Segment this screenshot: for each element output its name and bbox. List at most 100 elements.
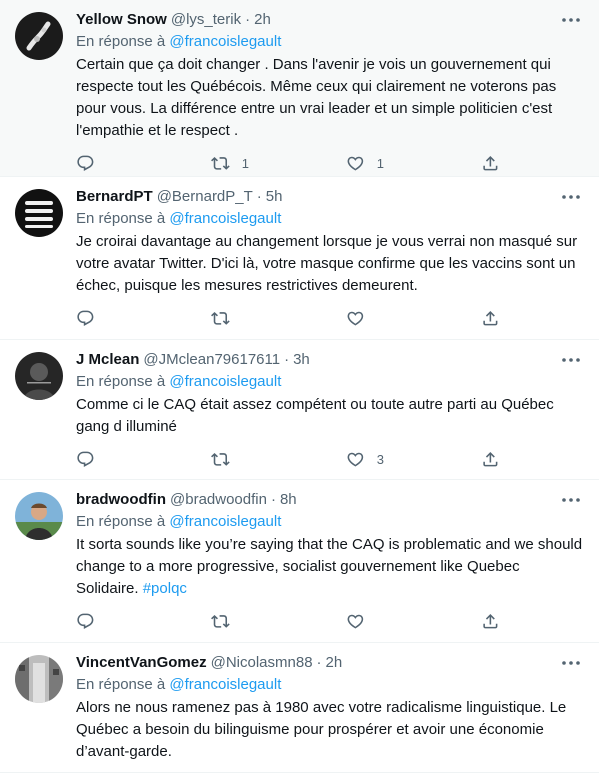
- more-icon[interactable]: [559, 187, 583, 207]
- share-button[interactable]: [481, 309, 500, 328]
- like-button[interactable]: 3: [346, 450, 481, 469]
- display-name[interactable]: bradwoodfin: [76, 490, 166, 510]
- like-button[interactable]: [346, 309, 481, 328]
- like-count: 3: [376, 451, 384, 467]
- timestamp[interactable]: 2h: [326, 653, 343, 673]
- display-name[interactable]: BernardPT: [76, 187, 153, 207]
- reply-context: En réponse à @francoislegault: [76, 675, 583, 695]
- tweet[interactable]: bradwoodfin @bradwoodfin · 8h En réponse…: [0, 480, 599, 643]
- reply-icon: [77, 613, 94, 629]
- display-name[interactable]: J Mclean: [76, 350, 139, 370]
- separator-dot: ·: [256, 188, 262, 205]
- tweet-actions: [76, 608, 583, 640]
- more-icon[interactable]: [559, 653, 583, 673]
- reply-button[interactable]: [76, 154, 211, 173]
- more-icon[interactable]: [559, 490, 583, 510]
- tweet[interactable]: BernardPT @BernardP_T · 5h En réponse à …: [0, 177, 599, 340]
- tweet-actions: 3: [76, 446, 583, 478]
- user-handle[interactable]: @JMclean79617611: [143, 350, 280, 370]
- reply-icon: [77, 451, 94, 467]
- retweet-icon: [211, 311, 230, 325]
- reply-prefix: En réponse à: [76, 373, 166, 390]
- tweet-text: Je croirai davantage au changement lorsq…: [76, 231, 583, 297]
- reply-mention-link[interactable]: @francoislegault: [169, 676, 281, 693]
- retweet-count: 1: [241, 155, 249, 171]
- tweet-header: VincentVanGomez @Nicolasmn88 · 2h: [76, 653, 583, 673]
- user-handle[interactable]: @lys_terik: [171, 10, 241, 30]
- retweet-button[interactable]: 1: [211, 154, 346, 173]
- share-button[interactable]: [481, 450, 500, 469]
- tweet-body: Comme ci le CAQ était assez compétent ou…: [76, 396, 554, 435]
- user-handle[interactable]: @BernardP_T: [157, 187, 253, 207]
- reply-icon: [77, 310, 94, 326]
- more-icon[interactable]: [559, 10, 583, 30]
- reply-prefix: En réponse à: [76, 513, 166, 530]
- tweet-header: J Mclean @JMclean79617611 · 3h: [76, 350, 583, 370]
- like-button[interactable]: [346, 612, 481, 631]
- share-icon: [483, 451, 498, 467]
- like-icon: [347, 452, 364, 467]
- reply-mention-link[interactable]: @francoislegault: [169, 513, 281, 530]
- share-button[interactable]: [481, 154, 500, 173]
- more-icon[interactable]: [559, 350, 583, 370]
- avatar[interactable]: [15, 12, 63, 60]
- reply-prefix: En réponse à: [76, 676, 166, 693]
- separator-dot: ·: [316, 654, 322, 671]
- retweet-button[interactable]: [211, 612, 346, 631]
- reply-button[interactable]: [76, 450, 211, 469]
- tweet-header: Yellow Snow @lys_terik · 2h: [76, 10, 583, 30]
- tweet-header: BernardPT @BernardP_T · 5h: [76, 187, 583, 207]
- tweet-body: Je croirai davantage au changement lorsq…: [76, 233, 578, 294]
- reply-feed: Yellow Snow @lys_terik · 2h En réponse à…: [0, 0, 599, 773]
- tweet[interactable]: J Mclean @JMclean79617611 · 3h En répons…: [0, 340, 599, 480]
- tweet[interactable]: VincentVanGomez @Nicolasmn88 · 2h En rép…: [0, 643, 599, 773]
- reply-button[interactable]: [76, 309, 211, 328]
- tweet-actions: [76, 305, 583, 337]
- reply-mention-link[interactable]: @francoislegault: [169, 373, 281, 390]
- tweet-text: Alors ne nous ramenez pas à 1980 avec vo…: [76, 697, 583, 763]
- separator-dot: ·: [245, 11, 251, 28]
- display-name[interactable]: VincentVanGomez: [76, 653, 207, 673]
- timestamp[interactable]: 5h: [266, 187, 283, 207]
- timestamp[interactable]: 2h: [254, 10, 271, 30]
- reply-prefix: En réponse à: [76, 210, 166, 227]
- tweet-body: Alors ne nous ramenez pas à 1980 avec vo…: [76, 699, 567, 760]
- reply-context: En réponse à @francoislegault: [76, 209, 583, 229]
- share-icon: [483, 310, 498, 326]
- retweet-button[interactable]: [211, 309, 346, 328]
- like-count: 1: [376, 155, 384, 171]
- like-icon: [347, 614, 364, 629]
- retweet-icon: [211, 614, 230, 628]
- tweet-text: Comme ci le CAQ était assez compétent ou…: [76, 394, 583, 438]
- tweet-text: Certain que ça doit changer . Dans l'ave…: [76, 54, 583, 142]
- like-button[interactable]: 1: [346, 154, 481, 173]
- reply-icon: [77, 155, 94, 171]
- avatar[interactable]: [15, 492, 63, 540]
- reply-mention-link[interactable]: @francoislegault: [169, 33, 281, 50]
- avatar[interactable]: [15, 189, 63, 237]
- user-handle[interactable]: @Nicolasmn88: [211, 653, 313, 673]
- avatar[interactable]: [15, 655, 63, 703]
- user-handle[interactable]: @bradwoodfin: [170, 490, 267, 510]
- tweet[interactable]: Yellow Snow @lys_terik · 2h En réponse à…: [0, 0, 599, 177]
- display-name[interactable]: Yellow Snow: [76, 10, 167, 30]
- retweet-button[interactable]: [211, 450, 346, 469]
- retweet-icon: [211, 452, 230, 466]
- separator-dot: ·: [284, 351, 290, 368]
- avatar[interactable]: [15, 352, 63, 400]
- reply-context: En réponse à @francoislegault: [76, 32, 583, 52]
- share-icon: [483, 613, 498, 629]
- hashtag-link[interactable]: #polqc: [143, 580, 187, 597]
- timestamp[interactable]: 3h: [293, 350, 310, 370]
- retweet-icon: [211, 156, 230, 170]
- reply-mention-link[interactable]: @francoislegault: [169, 210, 281, 227]
- tweet-header: bradwoodfin @bradwoodfin · 8h: [76, 490, 583, 510]
- separator-dot: ·: [270, 491, 276, 508]
- reply-prefix: En réponse à: [76, 33, 166, 50]
- timestamp[interactable]: 8h: [280, 490, 297, 510]
- reply-button[interactable]: [76, 612, 211, 631]
- like-icon: [347, 311, 364, 326]
- reply-context: En réponse à @francoislegault: [76, 372, 583, 392]
- share-button[interactable]: [481, 612, 500, 631]
- reply-context: En réponse à @francoislegault: [76, 512, 583, 532]
